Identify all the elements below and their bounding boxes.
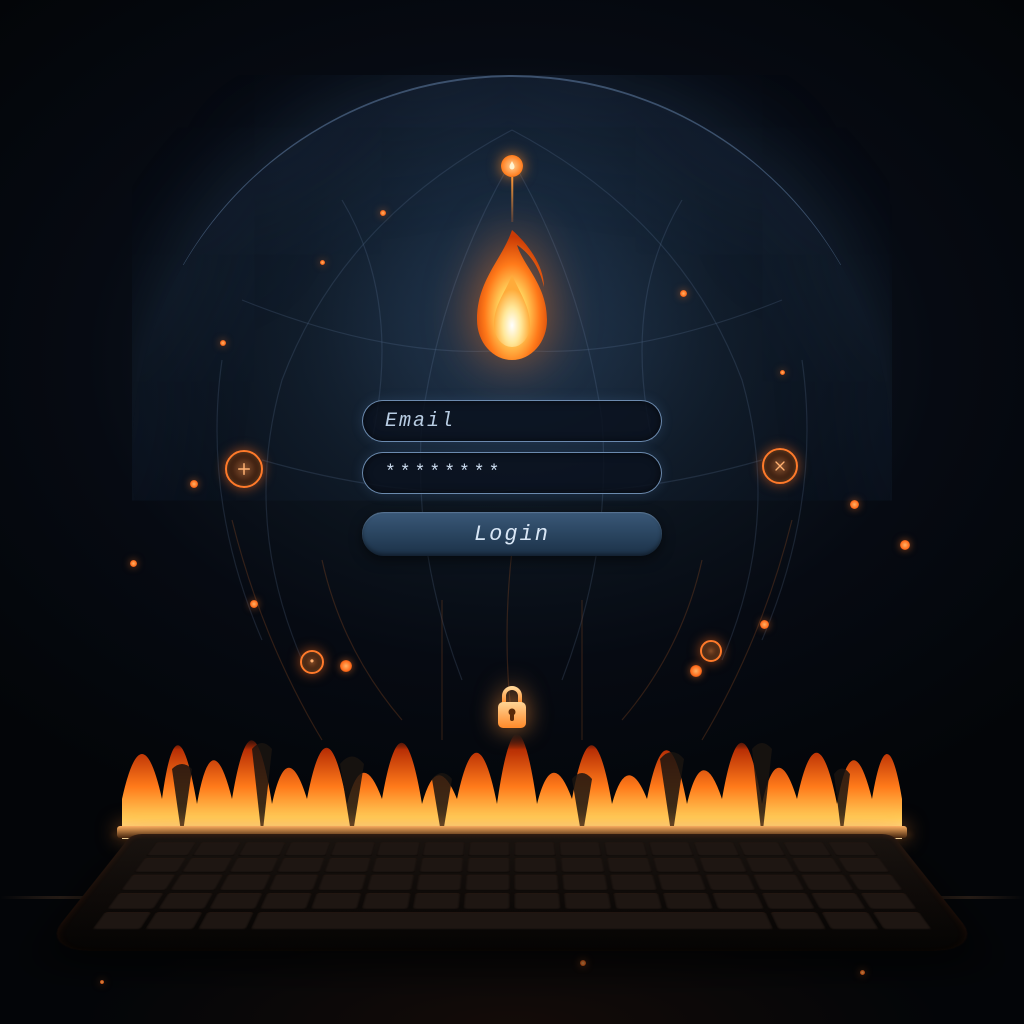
spark [100,980,104,984]
spark [680,290,687,297]
flame-badge-icon [501,155,523,177]
bottom-flames [122,649,902,839]
spark [780,370,785,375]
spark [320,260,325,265]
keyboard [39,834,985,951]
spark [250,600,258,608]
login-form: Login [362,400,662,556]
plus-node-icon [225,450,263,488]
flame-icon [452,225,572,380]
email-field[interactable] [362,400,662,442]
lock-icon [492,682,532,737]
spark [850,500,859,509]
spark [860,970,865,975]
spark [580,960,586,966]
spark [760,620,769,629]
spark [900,540,910,550]
password-field[interactable] [362,452,662,494]
cross-node-icon [762,448,798,484]
spark [190,480,198,488]
spark [220,340,226,346]
badge-connector [511,177,513,222]
spark [380,210,386,216]
spark [130,560,137,567]
laptop-base [92,834,932,924]
login-button[interactable]: Login [362,512,662,556]
